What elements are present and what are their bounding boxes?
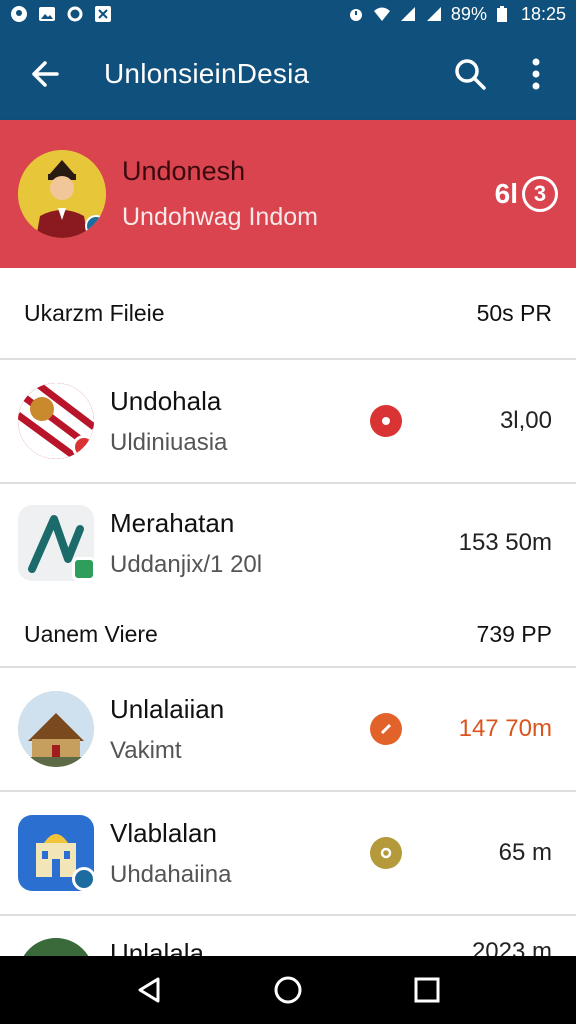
list-item[interactable]: Vlablalan Uhdahaiina 65 m [0, 792, 576, 916]
triangle-back-icon [138, 977, 160, 1003]
image-notification-icon [38, 5, 56, 23]
list-item-value: 3l,00 [499, 407, 552, 434]
alarm-icon [347, 5, 365, 23]
signal-icon-2 [425, 5, 443, 23]
red-status-icon [370, 405, 402, 437]
count-badge: 3 [522, 176, 558, 212]
list-item[interactable]: Merahatan Uddanjix/1 20l 153 50m [0, 484, 576, 602]
arrow-left-icon [32, 61, 59, 87]
blue-badge-icon [72, 867, 96, 891]
status-time: 18:25 [520, 3, 566, 24]
list-item-value: 147 70m [458, 715, 552, 742]
header-value: 50s PR [476, 299, 552, 326]
battery-percent: 89% [450, 3, 487, 24]
group-footer-label: Uanem Viere [24, 620, 158, 647]
building-app-icon [18, 815, 96, 891]
list-item-partial[interactable]: Unlalala 2023 m [0, 916, 576, 956]
circle-notification-icon [66, 5, 84, 23]
list-item-subtitle: Uddanjix/1 20l [110, 550, 263, 578]
list-item-title: Merahatan [110, 507, 235, 538]
profile-name: Undonesh [122, 156, 246, 186]
profile-subtitle: Undohwag Indom [122, 203, 318, 231]
avatar [18, 150, 106, 238]
list-item-text: Vlablalan Uhdahaiina [110, 818, 370, 889]
list-item-title: Undohala [110, 385, 222, 416]
red-badge-icon [72, 435, 94, 459]
header-label: Ukarzm Fileie [24, 299, 165, 326]
count-text: 6l [494, 178, 518, 209]
profile-card[interactable]: Undonesh Undohwag Indom 6l 3 [0, 120, 576, 268]
nav-back-button[interactable] [121, 962, 177, 1018]
app-actions [446, 50, 560, 98]
list-item-title: Unlalala [110, 938, 204, 956]
more-vert-icon [532, 58, 540, 90]
list-item-value: 2023 m [471, 938, 552, 956]
nav-recents-button[interactable] [399, 962, 455, 1018]
circle-home-icon [274, 976, 302, 1004]
orange-status-icon [370, 713, 402, 745]
battery-icon [495, 5, 513, 23]
tree-photo-icon [18, 938, 94, 956]
gold-status-icon [370, 837, 402, 869]
list-item-value: 153 50m [458, 529, 552, 556]
verified-badge-icon [85, 215, 106, 237]
status-bar: 89% 18:25 [0, 0, 576, 28]
list-item-text: Merahatan Uddanjix/1 20l [110, 508, 432, 579]
app-bar: UnlonsieinDesia [0, 28, 576, 120]
list-item-subtitle: Vakimt [110, 736, 182, 764]
list-item-subtitle: Uhdahaiina [110, 860, 232, 888]
list-group: Merahatan Uddanjix/1 20l 153 50m Uanem V… [0, 484, 576, 668]
nav-home-button[interactable] [260, 962, 316, 1018]
box-notification-icon [94, 5, 112, 23]
profile-text: Undonesh Undohwag Indom [122, 156, 318, 232]
list-item-title: Vlablalan [110, 817, 217, 848]
group-footer-value: 739 PP [476, 620, 552, 647]
search-button[interactable] [446, 50, 494, 98]
search-icon [455, 59, 486, 90]
letter-a-app-icon [18, 505, 96, 581]
page-title: UnlonsieinDesia [104, 58, 310, 89]
list-item[interactable]: Undohala Uldiniuasia 3l,00 [0, 360, 576, 484]
square-recents-icon [414, 977, 440, 1003]
list-item-title: Unlalaiian [110, 693, 225, 724]
list-item[interactable]: Unlalaiian Vakimt 147 70m [0, 668, 576, 792]
more-options-button[interactable] [512, 50, 560, 98]
list-item-subtitle: Uldiniuasia [110, 428, 228, 456]
status-left-icons [10, 5, 112, 23]
list: Ukarzm Fileie 50s PR Undohala Uldiniuasi… [0, 268, 576, 956]
status-right: 89% 18:25 [347, 4, 566, 25]
list-item-text: Undohala Uldiniuasia [110, 386, 370, 457]
list-item-text: Unlalaiian Vakimt [110, 694, 370, 765]
app-notification-icon [10, 5, 28, 23]
navigation-bar [0, 956, 576, 1024]
temple-photo-icon [18, 691, 94, 767]
striped-flag-icon [18, 383, 94, 459]
list-header-row[interactable]: Ukarzm Fileie 50s PR [0, 268, 576, 360]
list-item-value: 65 m [498, 839, 552, 866]
wifi-icon [373, 5, 391, 23]
profile-count: 6l 3 [495, 176, 558, 212]
signal-icon [399, 5, 417, 23]
group-footer-row[interactable]: Uanem Viere 739 PP [0, 602, 576, 666]
green-badge-icon [72, 557, 96, 581]
list-item-text: Unlalala [110, 938, 432, 956]
back-button[interactable] [16, 46, 72, 102]
